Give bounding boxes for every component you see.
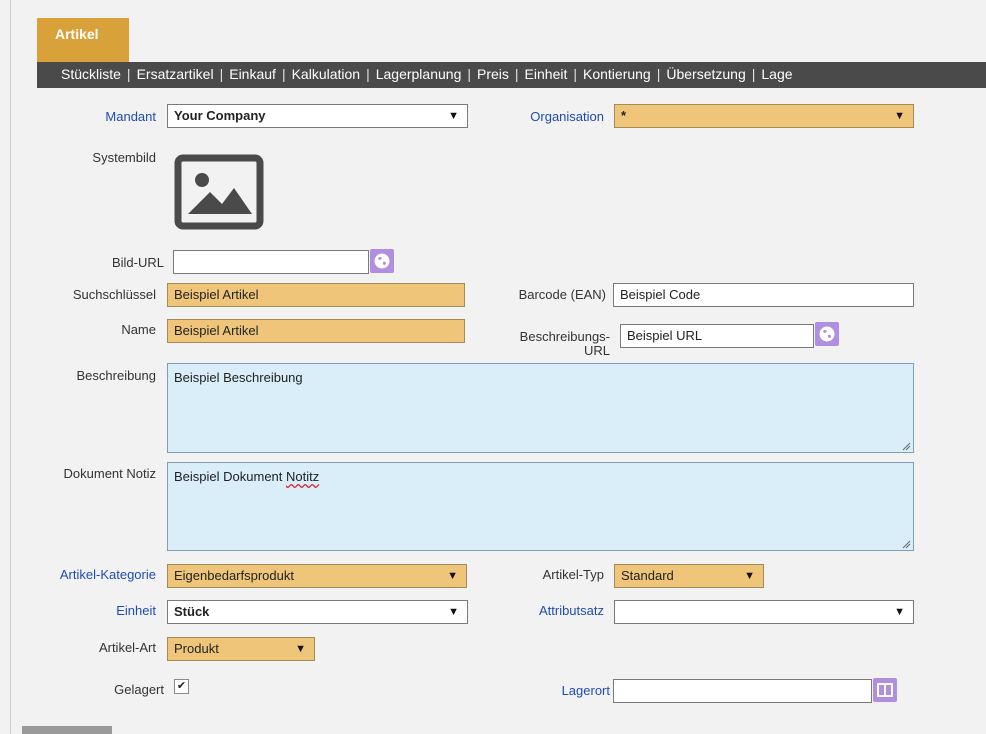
- barcode-value: Beispiel Code: [620, 287, 701, 302]
- beschreibungs-url-open-button[interactable]: [815, 322, 839, 346]
- locator-icon: [877, 683, 893, 697]
- mandant-select[interactable]: Your Company ▼: [167, 104, 468, 128]
- dokument-notiz-textarea[interactable]: Beispiel Dokument Notitz: [167, 462, 914, 551]
- artikel-art-select[interactable]: Produkt ▼: [167, 637, 315, 661]
- subtab-ersatzartikel[interactable]: Ersatzartikel: [137, 66, 214, 82]
- artikel-typ-select[interactable]: Standard ▼: [614, 564, 764, 588]
- systembild-label: Systembild: [92, 150, 156, 165]
- artikel-kategorie-value: Eigenbedarfsprodukt: [174, 568, 294, 583]
- gelagert-checkbox[interactable]: ✔: [174, 679, 189, 694]
- resize-grip-icon[interactable]: [902, 442, 911, 451]
- dokument-notiz-label: Dokument Notiz: [63, 466, 156, 481]
- einheit-value: Stück: [174, 604, 210, 619]
- beschreibung-label: Beschreibung: [76, 368, 157, 383]
- artikel-typ-label: Artikel-Typ: [542, 567, 604, 582]
- resize-grip-icon[interactable]: [902, 540, 911, 549]
- lagerort-label: Lagerort: [561, 683, 610, 698]
- tab-artikel-label: Artikel: [55, 26, 99, 42]
- chevron-down-icon: ▼: [447, 570, 458, 582]
- attributsatz-select[interactable]: ▼: [614, 600, 914, 624]
- image-icon[interactable]: [172, 152, 266, 232]
- einheit-label: Einheit: [116, 603, 156, 618]
- artikel-kategorie-select[interactable]: Eigenbedarfsprodukt ▼: [167, 564, 467, 588]
- subtab-einheit[interactable]: Einheit: [525, 66, 568, 82]
- attributsatz-label: Attributsatz: [538, 603, 604, 618]
- beschreibung-textarea[interactable]: Beispiel Beschreibung: [167, 363, 914, 453]
- chevron-down-icon: ▼: [894, 110, 905, 122]
- organisation-value: *: [621, 108, 627, 123]
- artikel-typ-value: Standard: [621, 568, 674, 583]
- beschreibungs-url-value: Beispiel URL: [627, 328, 703, 343]
- globe-icon: [374, 253, 390, 269]
- name-input[interactable]: Beispiel Artikel: [167, 319, 465, 343]
- subtab-bar: Stückliste | Ersatzartikel | Einkauf | Kalkula…: [37, 62, 986, 88]
- chevron-down-icon: ▼: [448, 110, 459, 122]
- beschreibung-value: Beispiel Beschreibung: [174, 370, 303, 385]
- mandant-label: Mandant: [105, 109, 156, 124]
- organisation-label: Organisation: [530, 109, 604, 124]
- lagerort-input[interactable]: [613, 679, 872, 703]
- bild-url-input[interactable]: [173, 250, 369, 274]
- dokument-notiz-misspelled-word: Notitz: [286, 469, 320, 484]
- suchschluessel-input[interactable]: Beispiel Artikel: [167, 283, 465, 307]
- lagerort-locator-button[interactable]: [873, 678, 897, 702]
- subtab-preis[interactable]: Preis: [477, 66, 509, 82]
- globe-icon: [819, 326, 835, 342]
- name-label: Name: [121, 322, 156, 337]
- window-left-border: [10, 0, 11, 734]
- chevron-down-icon: ▼: [894, 606, 905, 618]
- gelagert-label: Gelagert: [114, 682, 164, 697]
- subtab-kontierung[interactable]: Kontierung: [583, 66, 651, 82]
- beschreibungs-url-input[interactable]: Beispiel URL: [620, 324, 814, 348]
- barcode-input[interactable]: Beispiel Code: [613, 283, 914, 307]
- subtab-lager[interactable]: Lage: [761, 66, 792, 82]
- barcode-label: Barcode (EAN): [518, 287, 606, 302]
- chevron-down-icon: ▼: [448, 606, 459, 618]
- suchschluessel-label: Suchschlüssel: [72, 287, 156, 302]
- chevron-down-icon: ▼: [744, 570, 755, 582]
- subtab-stueckliste[interactable]: Stückliste: [61, 66, 121, 82]
- suchschluessel-value: Beispiel Artikel: [174, 287, 259, 302]
- artikel-art-value: Produkt: [174, 641, 219, 656]
- bottom-panel-tab[interactable]: [22, 726, 112, 734]
- name-value: Beispiel Artikel: [174, 323, 259, 338]
- beschreibungs-url-label-line1: Beschreibungs-: [519, 329, 610, 344]
- artikel-kategorie-label: Artikel-Kategorie: [59, 567, 156, 582]
- tab-artikel[interactable]: Artikel: [37, 18, 129, 62]
- dokument-notiz-value: Beispiel Dokument: [174, 469, 286, 484]
- subtab-lagerplanung[interactable]: Lagerplanung: [376, 66, 462, 82]
- checkmark-icon: ✔: [176, 680, 187, 692]
- beschreibungs-url-label-line2: URL: [583, 343, 610, 358]
- mandant-value: Your Company: [174, 108, 266, 123]
- einheit-select[interactable]: Stück ▼: [167, 600, 468, 624]
- subtab-kalkulation[interactable]: Kalkulation: [292, 66, 361, 82]
- artikel-art-label: Artikel-Art: [98, 640, 156, 655]
- subtab-uebersetzung[interactable]: Übersetzung: [666, 66, 745, 82]
- organisation-select[interactable]: * ▼: [614, 104, 914, 128]
- bild-url-label: Bild-URL: [111, 255, 164, 270]
- subtab-einkauf[interactable]: Einkauf: [229, 66, 276, 82]
- chevron-down-icon: ▼: [295, 643, 306, 655]
- bild-url-open-button[interactable]: [370, 249, 394, 273]
